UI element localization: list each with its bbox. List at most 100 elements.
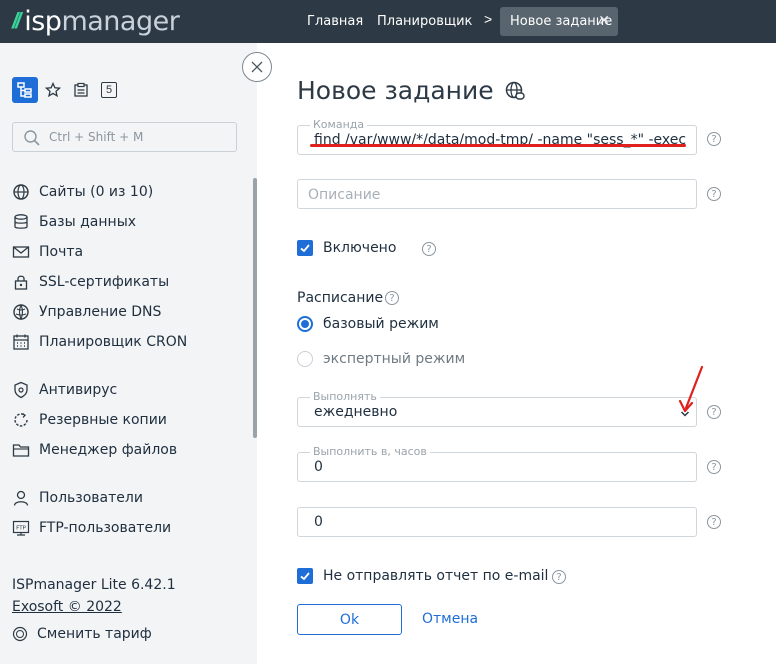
notifications-tab[interactable]: 5 — [96, 77, 122, 103]
tree-menu-icon — [17, 82, 32, 98]
sidebar-item-databases[interactable]: Базы данных — [12, 210, 136, 234]
sidebar-item-mail[interactable]: Почта — [12, 240, 83, 264]
sidebar-item-label: Управление DNS — [39, 304, 162, 320]
sidebar-item-label: FTP-пользователи — [39, 520, 172, 536]
tasks-tab[interactable] — [68, 77, 94, 103]
favorites-tab[interactable] — [40, 77, 66, 103]
ftp-icon: FTP — [12, 520, 30, 536]
help-icon[interactable]: ? — [552, 570, 566, 584]
close-form-button[interactable] — [242, 52, 272, 82]
ispmanager-logo[interactable]: // ispmanager — [12, 5, 180, 37]
sidebar-item-users[interactable]: Пользователи — [12, 486, 143, 510]
breadcrumb-home[interactable]: Главная — [307, 14, 363, 29]
radio-basic-button[interactable] — [297, 316, 313, 332]
help-icon[interactable]: ? — [707, 405, 721, 419]
close-icon — [251, 61, 263, 73]
radio-basic-label: базовый режим — [323, 316, 439, 332]
sidebar-item-label: Резервные копии — [39, 412, 167, 428]
star-icon — [45, 82, 61, 98]
sidebar-item-label: SSL-сертификаты — [39, 274, 170, 290]
page-title: Новое задание — [297, 76, 526, 105]
database-icon — [14, 214, 28, 229]
sidebar-scrollbar[interactable] — [253, 178, 257, 438]
tab-new-task-label: Новое задание — [510, 14, 613, 29]
coin-icon — [12, 626, 28, 642]
red-annotation-underline — [310, 144, 686, 147]
top-bar: // ispmanager Главная Планировщик > Ново… — [0, 0, 776, 43]
sidebar-item-cron[interactable]: Планировщик CRON — [12, 330, 187, 354]
sidebar-item-ftp-users[interactable]: FTP FTP-пользователи — [12, 516, 171, 540]
hour-label: Выполнить в, часов — [310, 445, 430, 458]
logo-mark: // — [12, 8, 21, 33]
sidebar-item-label: Менеджер файлов — [39, 442, 178, 458]
radio-expert-button[interactable] — [297, 351, 313, 367]
calendar-icon — [13, 334, 29, 350]
minute-value: 0 — [314, 514, 323, 530]
search-placeholder: Ctrl + Shift + M — [49, 130, 144, 144]
tab-new-task[interactable]: Новое задание ✕ — [500, 7, 618, 36]
help-icon[interactable]: ? — [707, 132, 721, 146]
sidebar-item-label: Пользователи — [39, 490, 143, 506]
version-text: ISPmanager Lite 6.42.1 — [12, 577, 176, 593]
logo-text: ispmanager — [24, 5, 180, 37]
command-field[interactable]: Команда find /var/www/*/data/mod-tmp/ -n… — [297, 118, 697, 155]
sidebar-item-antivirus[interactable]: Антивирус — [12, 378, 117, 402]
help-icon[interactable]: ? — [385, 291, 399, 305]
sidebar-item-backups[interactable]: Резервные копии — [12, 408, 167, 432]
dns-globe-icon — [13, 304, 29, 321]
sidebar-item-ssl[interactable]: SSL-сертификаты — [12, 270, 169, 294]
svg-text:FTP: FTP — [16, 526, 26, 532]
sidebar-item-sites[interactable]: Сайты (0 из 10) — [12, 180, 153, 204]
command-label: Команда — [310, 118, 368, 131]
sidebar-item-label: Почта — [39, 244, 84, 260]
radio-basic-mode[interactable]: базовый режим — [297, 316, 439, 332]
globe-link-icon[interactable] — [504, 80, 526, 102]
sidebar-item-label: Планировщик CRON — [39, 334, 188, 350]
run-frequency-value: ежедневно — [314, 404, 398, 420]
run-frequency-select[interactable]: Выполнять ежедневно — [297, 390, 697, 427]
help-icon[interactable]: ? — [707, 187, 721, 201]
change-tariff-label: Сменить тариф — [37, 626, 152, 642]
minute-field[interactable]: 0 — [297, 507, 697, 537]
sidebar-tabs: 5 — [12, 77, 124, 103]
radio-expert-label: экспертный режим — [323, 351, 466, 367]
globe-icon — [13, 184, 29, 200]
notifications-count-badge: 5 — [101, 82, 117, 98]
ok-button[interactable]: Ok — [297, 604, 402, 635]
description-placeholder: Описание — [308, 187, 381, 203]
no-report-checkbox-row[interactable]: Не отправлять отчет по e-mail — [297, 568, 548, 584]
enabled-checkbox[interactable] — [297, 240, 313, 256]
radio-expert-mode[interactable]: экспертный режим — [297, 351, 465, 367]
close-tab-icon[interactable]: ✕ — [598, 13, 610, 29]
description-field[interactable]: Описание — [297, 179, 697, 209]
copyright-link[interactable]: Exosoft © 2022 — [12, 599, 122, 615]
cancel-button[interactable]: Отмена — [422, 611, 478, 627]
help-icon[interactable]: ? — [422, 242, 436, 256]
clipboard-icon — [74, 82, 88, 97]
run-frequency-label: Выполнять — [310, 390, 380, 403]
change-tariff-link[interactable]: Сменить тариф — [12, 626, 152, 642]
hour-value: 0 — [314, 459, 323, 475]
help-icon[interactable]: ? — [707, 460, 721, 474]
red-annotation-arrow — [678, 365, 704, 413]
sidebar-item-label: Антивирус — [39, 382, 118, 398]
sidebar-search-input[interactable]: Ctrl + Shift + M — [12, 122, 237, 152]
tree-menu-tab[interactable] — [12, 77, 38, 103]
no-report-label: Не отправлять отчет по e-mail — [323, 568, 549, 584]
help-icon[interactable]: ? — [707, 515, 721, 529]
backup-icon — [14, 412, 28, 427]
schedule-label: Расписание — [297, 290, 384, 306]
sidebar-item-dns[interactable]: Управление DNS — [12, 300, 161, 324]
lock-icon — [14, 275, 28, 290]
hour-field[interactable]: Выполнить в, часов 0 — [297, 445, 697, 482]
enabled-checkbox-row[interactable]: Включено — [297, 240, 396, 256]
breadcrumb-scheduler[interactable]: Планировщик — [377, 14, 472, 29]
mail-icon — [12, 246, 30, 258]
page-title-text: Новое задание — [297, 76, 494, 105]
sidebar-item-label: Базы данных — [39, 214, 137, 230]
no-report-checkbox[interactable] — [297, 568, 313, 584]
user-icon — [13, 490, 29, 506]
check-icon — [300, 244, 310, 253]
breadcrumb-separator: > — [484, 11, 493, 27]
sidebar-item-file-manager[interactable]: Менеджер файлов — [12, 438, 177, 462]
